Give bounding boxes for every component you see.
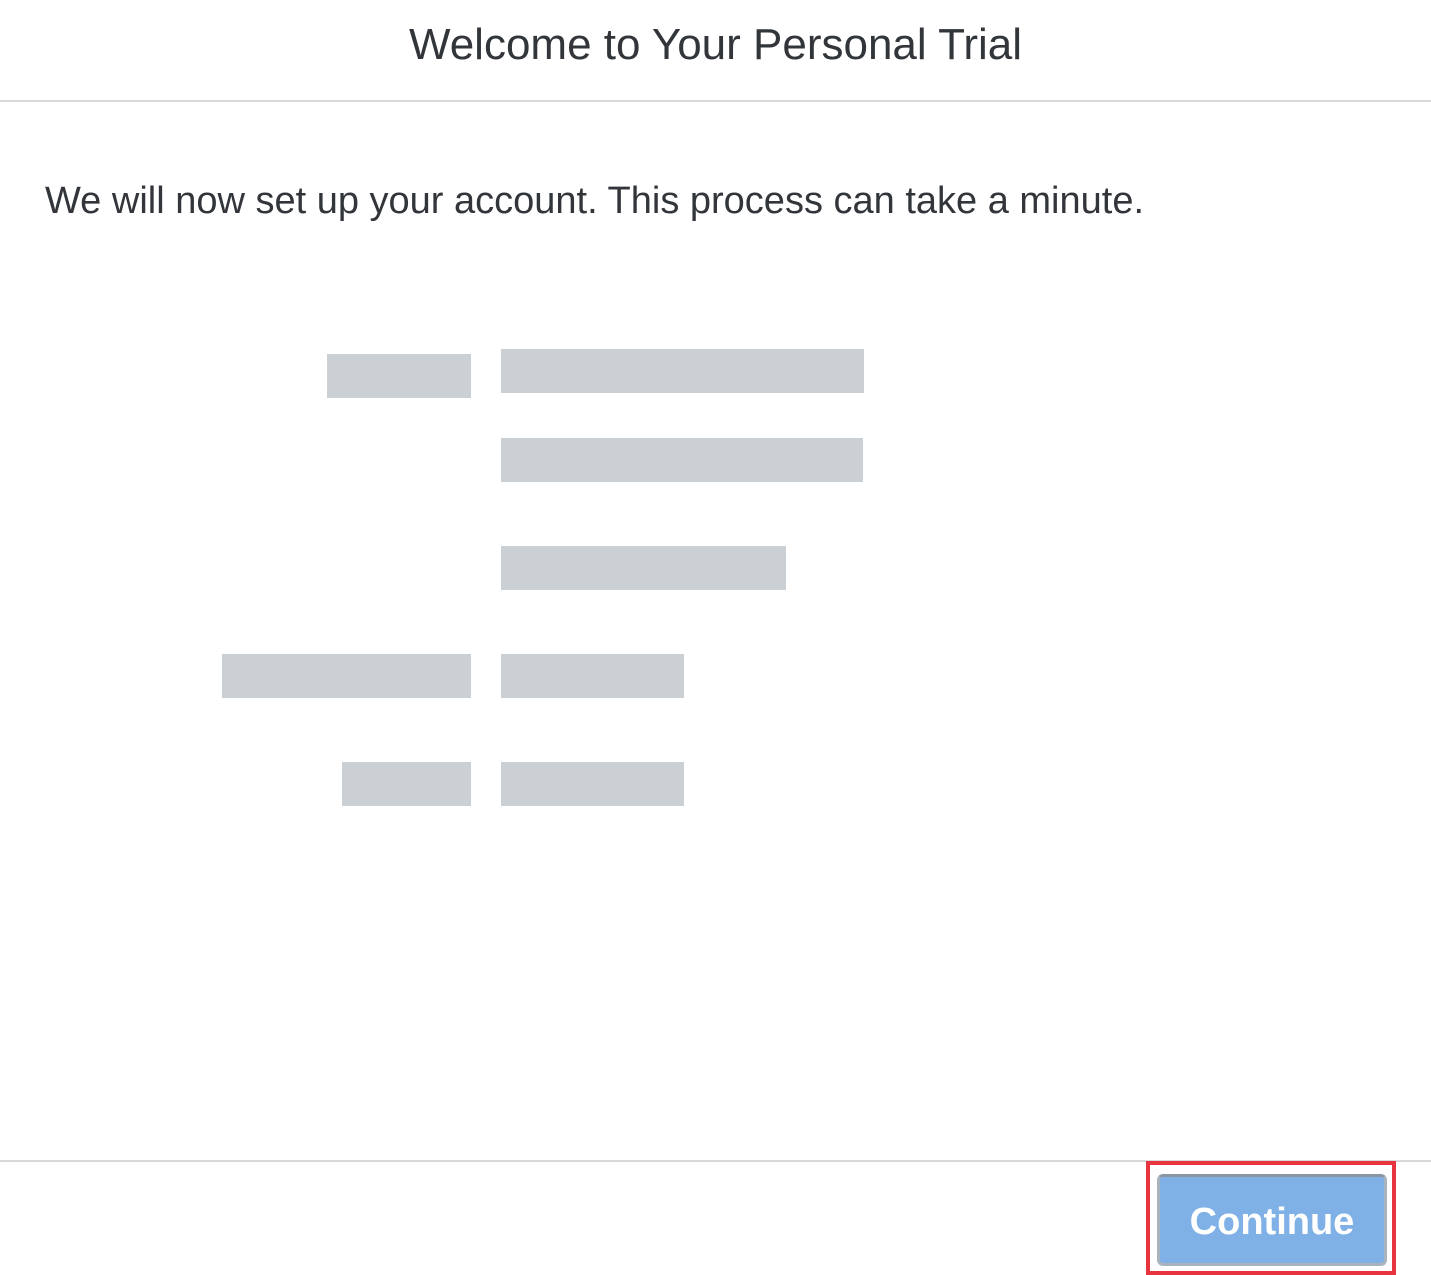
dialog-header: Welcome to Your Personal Trial — [0, 0, 1431, 102]
redacted-value-5 — [501, 762, 684, 806]
redacted-value-3 — [501, 546, 786, 590]
redacted-value-2 — [501, 438, 863, 482]
redacted-label-4 — [222, 654, 471, 698]
redacted-label-1 — [327, 354, 471, 398]
redacted-value-1 — [501, 349, 864, 393]
dialog-title: Welcome to Your Personal Trial — [408, 20, 1023, 69]
redacted-label-5 — [342, 762, 471, 806]
setup-message: We will now set up your account. This pr… — [45, 180, 1145, 222]
continue-button[interactable]: Continue — [1157, 1174, 1387, 1266]
welcome-dialog: Welcome to Your Personal Trial We will n… — [0, 0, 1431, 1275]
redacted-value-4 — [501, 654, 684, 698]
